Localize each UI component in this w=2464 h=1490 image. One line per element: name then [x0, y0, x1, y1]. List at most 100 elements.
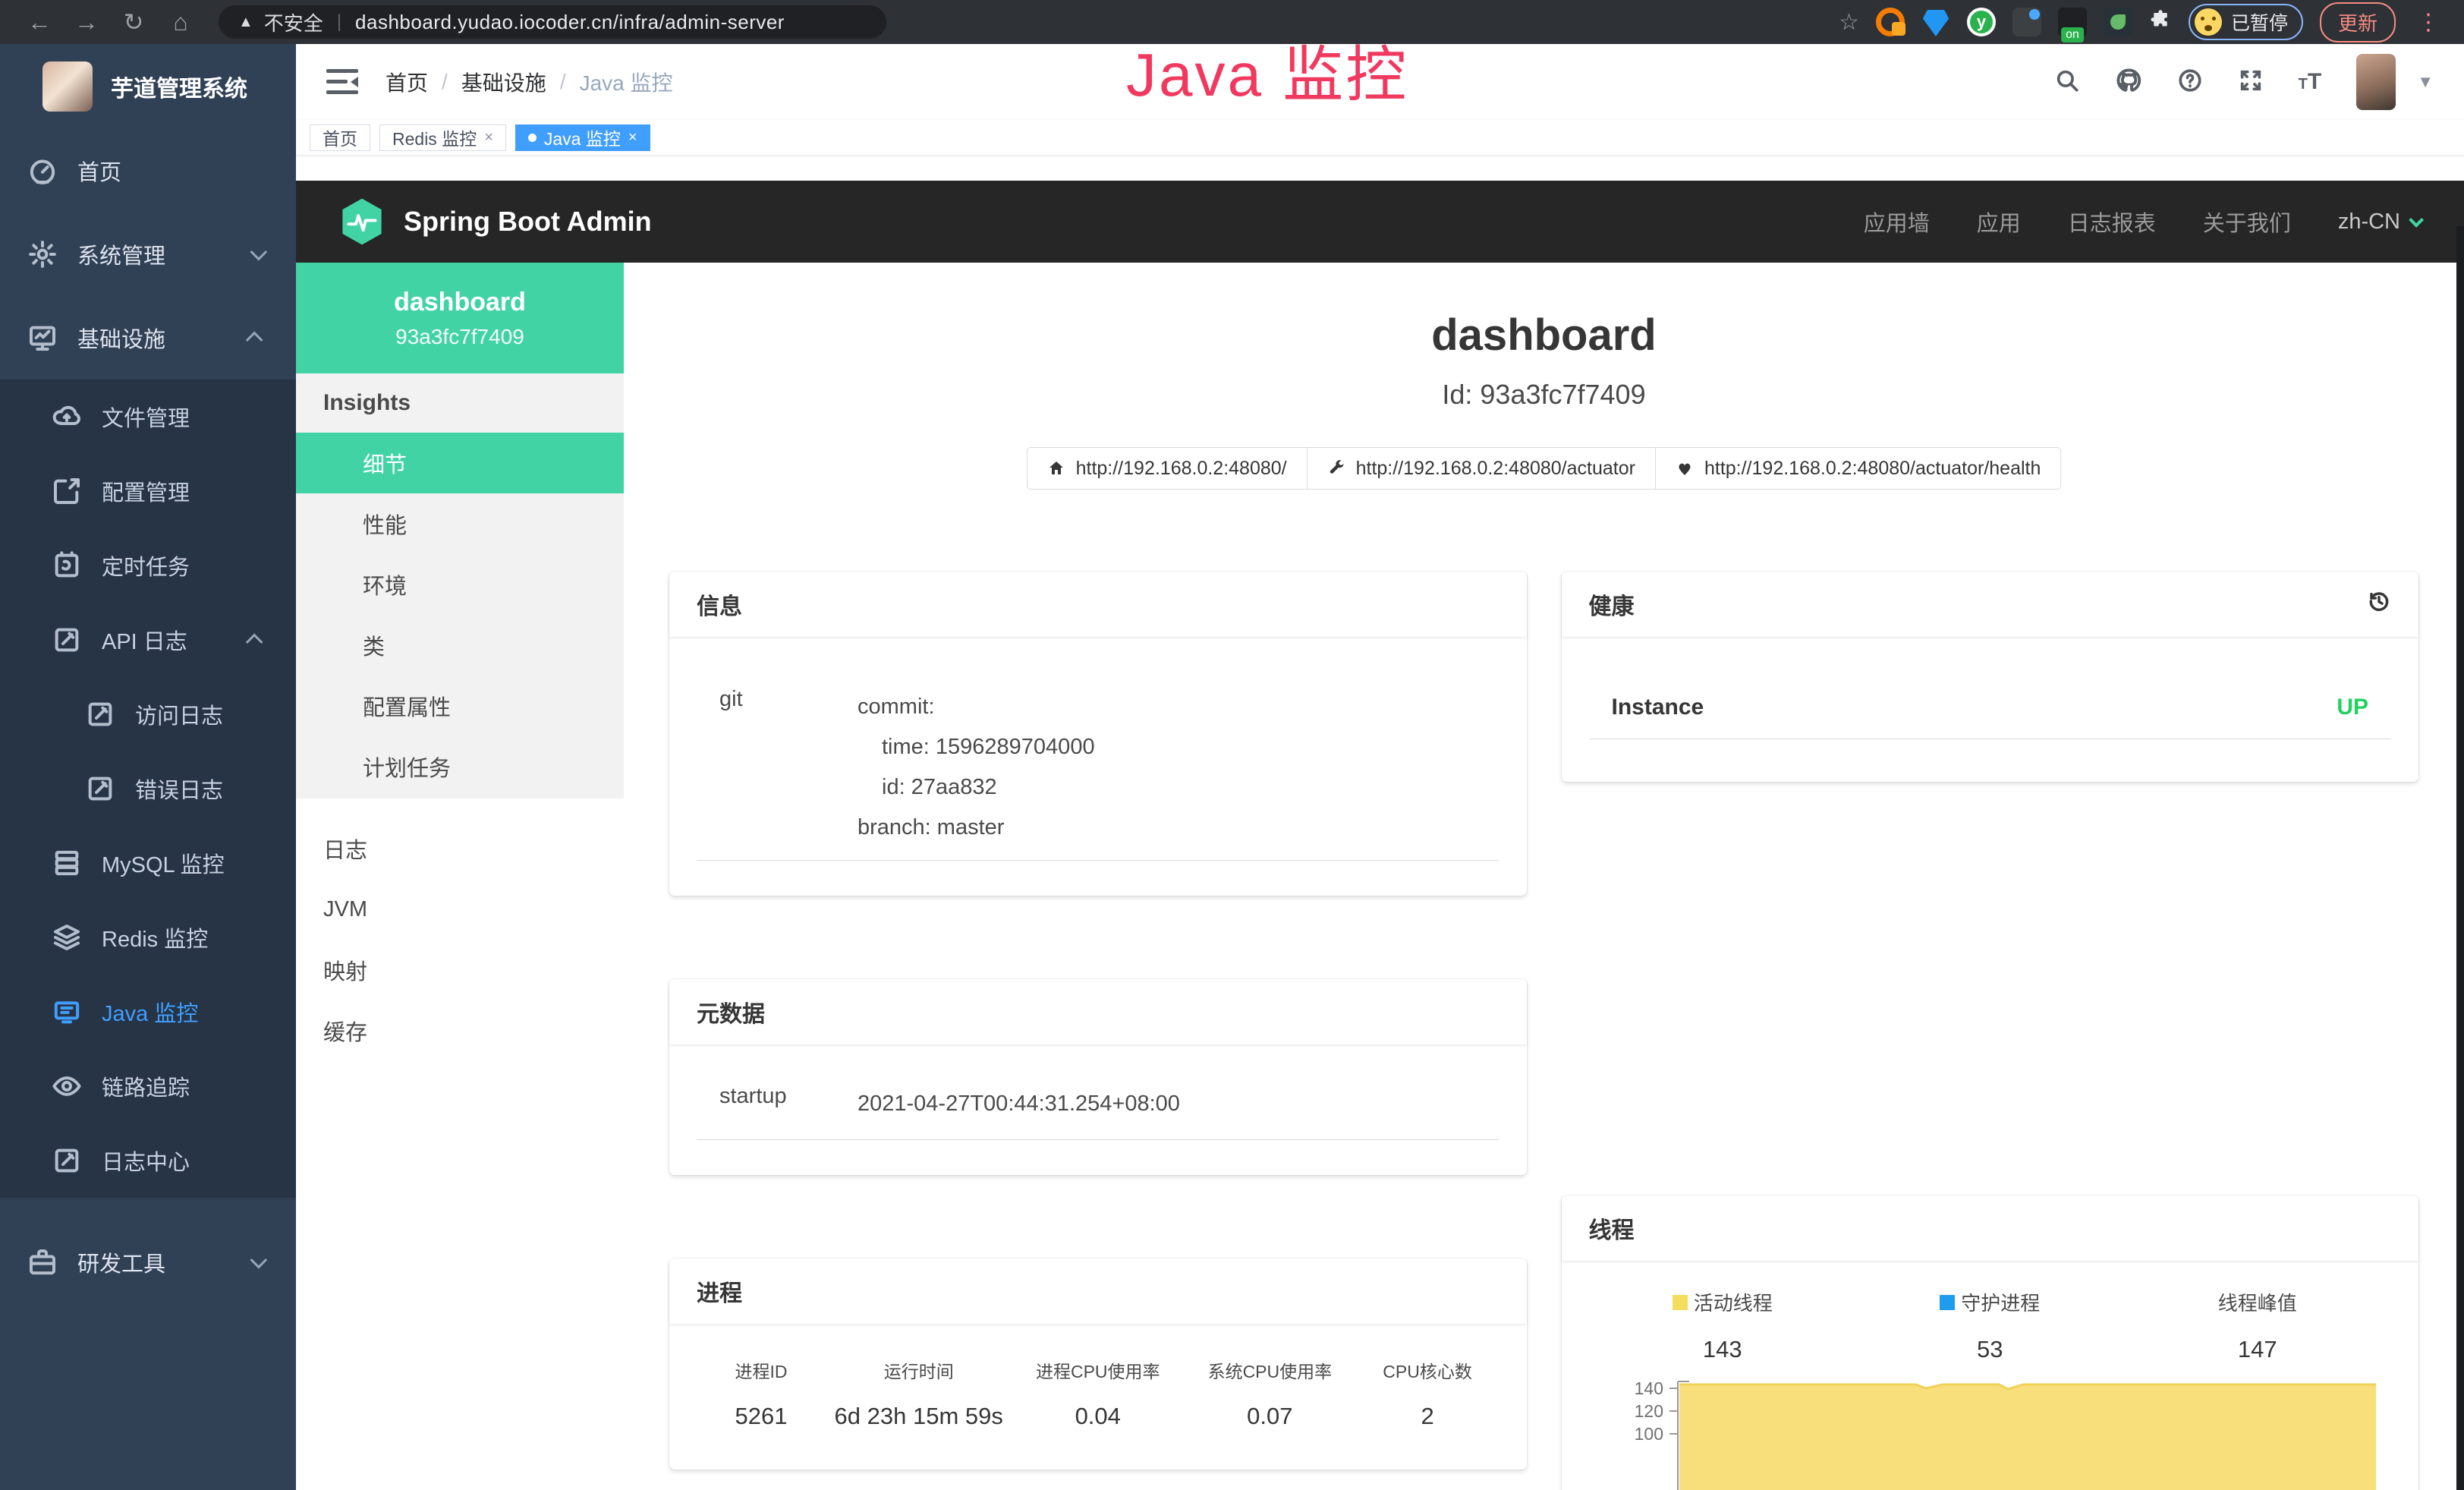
sba-item-mappings[interactable]: 映射: [296, 940, 624, 1000]
font-size-icon[interactable]: TT: [2299, 69, 2322, 95]
user-avatar[interactable]: [2356, 54, 2396, 110]
log-edit-icon: [52, 625, 82, 655]
search-icon[interactable]: [2054, 68, 2080, 97]
navbar-actions: TT ▼: [2054, 54, 2434, 110]
sidebar-item-redis[interactable]: Redis 监控: [0, 900, 296, 975]
browser-menu-icon[interactable]: ⋮: [2412, 9, 2444, 36]
sidebar-item-home[interactable]: 首页: [0, 129, 296, 213]
sidebar-item-java-monitor[interactable]: Java 监控: [0, 975, 296, 1049]
browser-actions: ☆ y 已暂停 更新 ⋮: [1839, 2, 2444, 43]
main-column: 首页 / 基础设施 / Java 监控: [296, 44, 2464, 1490]
sba-instance-header[interactable]: dashboard 93a3fc7f7409: [296, 263, 624, 373]
sba-item-classes[interactable]: 类: [296, 615, 624, 676]
sba-root-items: 日志 JVM 映射 缓存: [296, 799, 624, 1061]
breadcrumb-infra[interactable]: 基础设施: [461, 67, 546, 97]
extension-y-icon[interactable]: y: [1967, 8, 1996, 36]
close-icon[interactable]: ×: [628, 129, 637, 146]
fullscreen-icon[interactable]: [2238, 68, 2264, 97]
content-spacer: [296, 155, 2464, 181]
extension-icon[interactable]: [1876, 8, 1905, 36]
service-url-button[interactable]: http://192.168.0.2:48080/: [1027, 447, 1308, 490]
tab-java-monitor[interactable]: Java 监控 ×: [515, 124, 650, 151]
sba-item-config-props[interactable]: 配置属性: [296, 676, 624, 736]
address-bar[interactable]: ▲ 不安全 | dashboard.yudao.iocoder.cn/infra…: [219, 5, 886, 39]
chevron-up-icon: [246, 634, 263, 651]
cloud-upload-icon: [52, 402, 82, 432]
extensions-puzzle-icon[interactable]: [2149, 9, 2172, 36]
health-url-button[interactable]: http://192.168.0.2:48080/actuator/health: [1655, 447, 2061, 490]
breadcrumb-home[interactable]: 首页: [385, 67, 428, 97]
startup-label: startup: [697, 1084, 858, 1124]
sidebar-item-system[interactable]: 系统管理: [0, 213, 296, 296]
thread-stats: 活动线程 143 守护进程 53 线程峰值: [1589, 1288, 2392, 1363]
app-logo[interactable]: 芋道管理系统: [0, 44, 296, 129]
tab-redis-monitor[interactable]: Redis 监控 ×: [379, 124, 506, 151]
github-icon[interactable]: [2115, 67, 2142, 98]
sba-instance-id: 93a3fc7f7409: [395, 325, 524, 349]
breadcrumb-separator: /: [560, 70, 566, 94]
sba-brand[interactable]: Spring Boot Admin: [340, 197, 652, 246]
extension-pin-icon[interactable]: [1921, 8, 1950, 36]
breadcrumb-current: Java 监控: [580, 67, 673, 97]
metadata-card-title: 元数据: [669, 979, 1527, 1044]
info-card: 信息 git commit: time: 1596289704000 id: 2: [669, 572, 1527, 896]
home-icon[interactable]: ⌂: [161, 5, 200, 39]
health-card-title: 健康: [1562, 572, 2419, 637]
bookmark-star-icon[interactable]: ☆: [1839, 9, 1859, 36]
sba-item-details[interactable]: 细节: [296, 433, 624, 493]
sba-nav-about[interactable]: 关于我们: [2203, 206, 2291, 238]
sba-item-environment[interactable]: 环境: [296, 554, 624, 615]
sidebar-item-config[interactable]: 配置管理: [0, 454, 296, 528]
sidebar-item-log-center[interactable]: 日志中心: [0, 1123, 296, 1198]
page-title: dashboard: [669, 310, 2418, 361]
profile-paused-badge[interactable]: 已暂停: [2189, 4, 2303, 40]
java-monitor-icon: [52, 997, 82, 1027]
actuator-url-button[interactable]: http://192.168.0.2:48080/actuator: [1307, 447, 1656, 490]
sidebar-item-file[interactable]: 文件管理: [0, 380, 296, 454]
sba-locale-select[interactable]: zh-CN: [2338, 209, 2420, 235]
sidebar-item-access-log[interactable]: 访问日志: [0, 677, 296, 751]
sidebar-item-dev-tools[interactable]: 研发工具: [0, 1221, 296, 1304]
extension-leaf-icon[interactable]: [2104, 8, 2132, 36]
sba-main: dashboard Id: 93a3fc7f7409 http://192.16…: [624, 263, 2464, 1490]
heartbeat-icon: [1676, 459, 1694, 477]
user-menu-caret-icon[interactable]: ▼: [2417, 72, 2434, 92]
process-card: 进程 进程ID 5261 运行时间 6d 23h 15m: [669, 1258, 1527, 1470]
metadata-card: 元数据 startup 2021-04-27T00:44:31.254+08:0…: [669, 979, 1527, 1175]
sidebar-item-job[interactable]: 定时任务: [0, 528, 296, 603]
sba-item-metrics[interactable]: 性能: [296, 493, 624, 554]
tab-home[interactable]: 首页: [310, 124, 370, 151]
browser-scrollbar[interactable]: [2456, 226, 2464, 1490]
sba-item-jvm[interactable]: JVM: [296, 879, 624, 940]
reload-icon[interactable]: ↻: [114, 5, 153, 39]
forward-icon[interactable]: →: [67, 5, 106, 39]
sba-item-caches[interactable]: 缓存: [296, 1000, 624, 1061]
extension-on-icon[interactable]: [2058, 8, 2087, 36]
sidebar-item-infra[interactable]: 基础设施: [0, 296, 296, 380]
back-icon[interactable]: ←: [20, 5, 59, 39]
git-info-row: git commit: time: 1596289704000 id: 27aa…: [697, 687, 1499, 861]
sidebar-item-error-log[interactable]: 错误日志: [0, 751, 296, 826]
close-icon[interactable]: ×: [484, 129, 493, 146]
sidebar-item-trace[interactable]: 链路追踪: [0, 1049, 296, 1123]
hamburger-icon[interactable]: [326, 69, 358, 95]
sidebar-item-mysql[interactable]: MySQL 监控: [0, 826, 296, 900]
sba-item-logs[interactable]: 日志: [296, 818, 624, 879]
health-card: 健康 Instance UP: [1562, 572, 2419, 782]
metadata-card-body: startup 2021-04-27T00:44:31.254+08:00: [669, 1044, 1527, 1175]
health-card-body: Instance UP: [1562, 637, 2419, 782]
extension-grid-icon[interactable]: [2012, 8, 2041, 36]
sba-nav-applications[interactable]: 应用: [1977, 206, 2021, 238]
instance-health-row[interactable]: Instance UP: [1589, 695, 2392, 739]
sba-nav-journal[interactable]: 日志报表: [2068, 206, 2156, 238]
legend-daemon-swatch: [1940, 1295, 1955, 1310]
sba-nav-links: 应用墙 应用 日志报表 关于我们 zh-CN: [1864, 206, 2420, 238]
history-icon[interactable]: [2367, 589, 2391, 619]
update-button[interactable]: 更新: [2320, 2, 2396, 43]
help-icon[interactable]: [2177, 68, 2203, 97]
sba-nav-wallboard[interactable]: 应用墙: [1864, 206, 1930, 238]
sba-logo-icon: [340, 197, 384, 246]
screen: ← → ↻ ⌂ ▲ 不安全 | dashboard.yudao.iocoder.…: [0, 0, 2464, 1490]
sidebar-item-api-log[interactable]: API 日志: [0, 603, 296, 677]
sba-item-scheduled-tasks[interactable]: 计划任务: [296, 736, 624, 797]
